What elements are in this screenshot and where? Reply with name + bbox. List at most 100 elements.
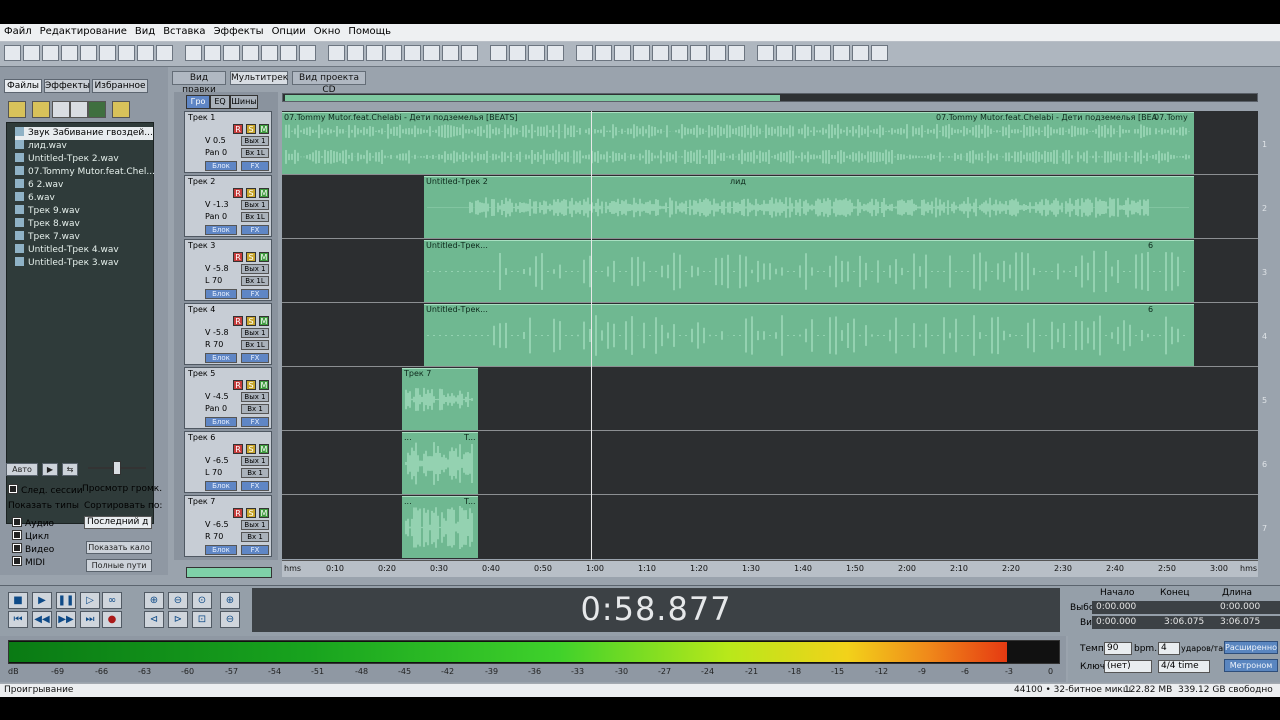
lock-button[interactable]: Блок	[205, 289, 237, 299]
track-pan[interactable]: Pan 0	[205, 404, 227, 414]
track-name[interactable]: Трек 1	[188, 113, 215, 122]
toolbar-tool-icon[interactable]	[299, 45, 316, 61]
toolbar-tool-icon[interactable]	[404, 45, 421, 61]
tab-busses[interactable]: Шины	[230, 95, 258, 109]
mute-button[interactable]: M	[259, 252, 269, 262]
record-arm-button[interactable]: R	[233, 252, 243, 262]
record-arm-button[interactable]: R	[233, 380, 243, 390]
track-input[interactable]: Вх 1	[241, 404, 269, 414]
fx-button[interactable]: FX	[241, 417, 269, 427]
toolbar-tool-icon[interactable]	[547, 45, 564, 61]
toolbar-tool-icon[interactable]	[690, 45, 707, 61]
lock-button[interactable]: Блок	[205, 225, 237, 235]
track-input[interactable]: Вх 1L	[241, 212, 269, 222]
clip-track6[interactable]: ... T...	[402, 432, 478, 494]
toolbar-tool-icon[interactable]	[757, 45, 774, 61]
clip-track2[interactable]: Untitled-Трек 2 лид	[424, 176, 1194, 238]
playhead-cursor[interactable]	[591, 111, 592, 561]
toolbar-tool-icon[interactable]	[261, 45, 278, 61]
tab-files[interactable]: Файлы	[4, 79, 42, 93]
track-header[interactable]: Трек 5 RSM V -4.5 Вых 1 Pan 0 Вх 1 Блок FX	[184, 367, 272, 429]
toolbar-tool-icon[interactable]	[99, 45, 116, 61]
track-name[interactable]: Трек 2	[188, 177, 215, 186]
toolbar-tool-icon[interactable]	[852, 45, 869, 61]
record-arm-button[interactable]: R	[233, 444, 243, 454]
zoom-selection-icon[interactable]: ⊡	[192, 611, 212, 628]
toolbar-tool-icon[interactable]	[461, 45, 478, 61]
track-pan[interactable]: L 70	[205, 276, 222, 286]
zoom-to-left-icon[interactable]: ⊲	[144, 611, 164, 628]
fx-button[interactable]: FX	[241, 225, 269, 235]
preview-volume-thumb[interactable]	[113, 461, 121, 475]
mute-button[interactable]: M	[259, 380, 269, 390]
tab-cd-project[interactable]: Вид проекта CD	[292, 71, 366, 95]
lock-button[interactable]: Блок	[205, 353, 237, 363]
zoom-out-vertical-icon[interactable]: ⊖	[220, 611, 240, 628]
toolbar-tool-icon[interactable]	[509, 45, 526, 61]
tab-multitrack[interactable]: Мультитрек	[230, 71, 288, 85]
loop-play-button[interactable]: ∞	[102, 592, 122, 609]
play-preview-button[interactable]: ▶	[42, 463, 58, 476]
list-item[interactable]: лид.wav	[15, 140, 67, 153]
track-input[interactable]: Вх 1	[241, 532, 269, 542]
solo-button[interactable]: S	[246, 380, 256, 390]
extended-button[interactable]: Расширенно	[1224, 641, 1278, 654]
list-item[interactable]: Звук Забивание гвоздей...	[15, 127, 153, 140]
solo-button[interactable]: S	[246, 508, 256, 518]
list-item[interactable]: Untitled-Трек 4.wav	[15, 244, 119, 257]
track-pan[interactable]: Pan 0	[205, 148, 227, 158]
list-item[interactable]: Untitled-Трек 3.wav	[15, 257, 119, 270]
toolbar-tool-icon[interactable]	[4, 45, 21, 61]
toolbar-tool-icon[interactable]	[242, 45, 259, 61]
toolbar-tool-icon[interactable]	[671, 45, 688, 61]
go-to-end-button[interactable]: ⏭	[80, 611, 100, 628]
zoom-in-vertical-icon[interactable]: ⊕	[220, 592, 240, 609]
time-signature-select[interactable]: 4/4 time	[1158, 660, 1210, 673]
selection-start-field[interactable]: 0:00.000	[1092, 601, 1160, 614]
clip-track1[interactable]: 07.Tommy Mutor.feat.Chelabi - Дети подзе…	[282, 112, 1194, 174]
toolbar-tool-icon[interactable]	[42, 45, 59, 61]
toolbar-tool-icon[interactable]	[814, 45, 831, 61]
rewind-button[interactable]: ◀◀	[32, 611, 52, 628]
tab-favorites[interactable]: Избранное	[92, 79, 148, 93]
show-button[interactable]: Показать кало	[86, 541, 152, 554]
list-item[interactable]: Трек 8.wav	[15, 218, 80, 231]
mute-button[interactable]: M	[259, 444, 269, 454]
view-length-field[interactable]: 3:06.075	[1216, 616, 1280, 629]
fast-forward-button[interactable]: ▶▶	[56, 611, 76, 628]
tab-volume[interactable]: Гро	[186, 95, 210, 109]
toolbar-tool-icon[interactable]	[595, 45, 612, 61]
track-header[interactable]: Трек 1 RSM V 0.5 Вых 1 Pan 0 Вх 1L Блок FX	[184, 111, 272, 173]
track-volume[interactable]: V -5.8	[205, 264, 229, 274]
track-volume[interactable]: V -6.5	[205, 520, 229, 530]
timeline[interactable]: 07.Tommy Mutor.feat.Chelabi - Дети подзе…	[282, 111, 1258, 559]
tab-edit-view[interactable]: Вид правки	[172, 71, 226, 95]
toolbar-tool-icon[interactable]	[137, 45, 154, 61]
insert-icon[interactable]	[88, 101, 106, 118]
clip-track3[interactable]: Untitled-Трек... 6	[424, 240, 1194, 302]
toolbar-tool-icon[interactable]	[614, 45, 631, 61]
track-output[interactable]: Вых 1	[241, 392, 269, 402]
track-pan[interactable]: Pan 0	[205, 212, 227, 222]
solo-button[interactable]: S	[246, 188, 256, 198]
pause-button[interactable]: ❚❚	[56, 592, 76, 609]
auto-button[interactable]: Авто	[6, 463, 38, 476]
toolbar-tool-icon[interactable]	[652, 45, 669, 61]
record-arm-button[interactable]: R	[233, 316, 243, 326]
import-icon[interactable]	[52, 101, 70, 118]
toolbar-tool-icon[interactable]	[385, 45, 402, 61]
track-pan[interactable]: L 70	[205, 468, 222, 478]
track-input[interactable]: Вх 1	[241, 468, 269, 478]
sort-select[interactable]: Последний д	[84, 516, 152, 529]
lock-button[interactable]: Блок	[205, 481, 237, 491]
toolbar-tool-icon[interactable]	[709, 45, 726, 61]
track-header[interactable]: Трек 7 RSM V -6.5 Вых 1 R 70 Вх 1 Блок FX	[184, 495, 272, 557]
scrollbar-thumb[interactable]	[285, 95, 780, 101]
record-arm-button[interactable]: R	[233, 124, 243, 134]
solo-button[interactable]: S	[246, 124, 256, 134]
mute-button[interactable]: M	[259, 124, 269, 134]
menu-insert[interactable]: Вставка	[159, 24, 209, 37]
tab-eq[interactable]: EQ	[210, 95, 230, 109]
clip-track7[interactable]: ... T...	[402, 496, 478, 558]
track-header[interactable]: Трек 4 RSM V -5.8 Вых 1 R 70 Вх 1L Блок FX	[184, 303, 272, 365]
